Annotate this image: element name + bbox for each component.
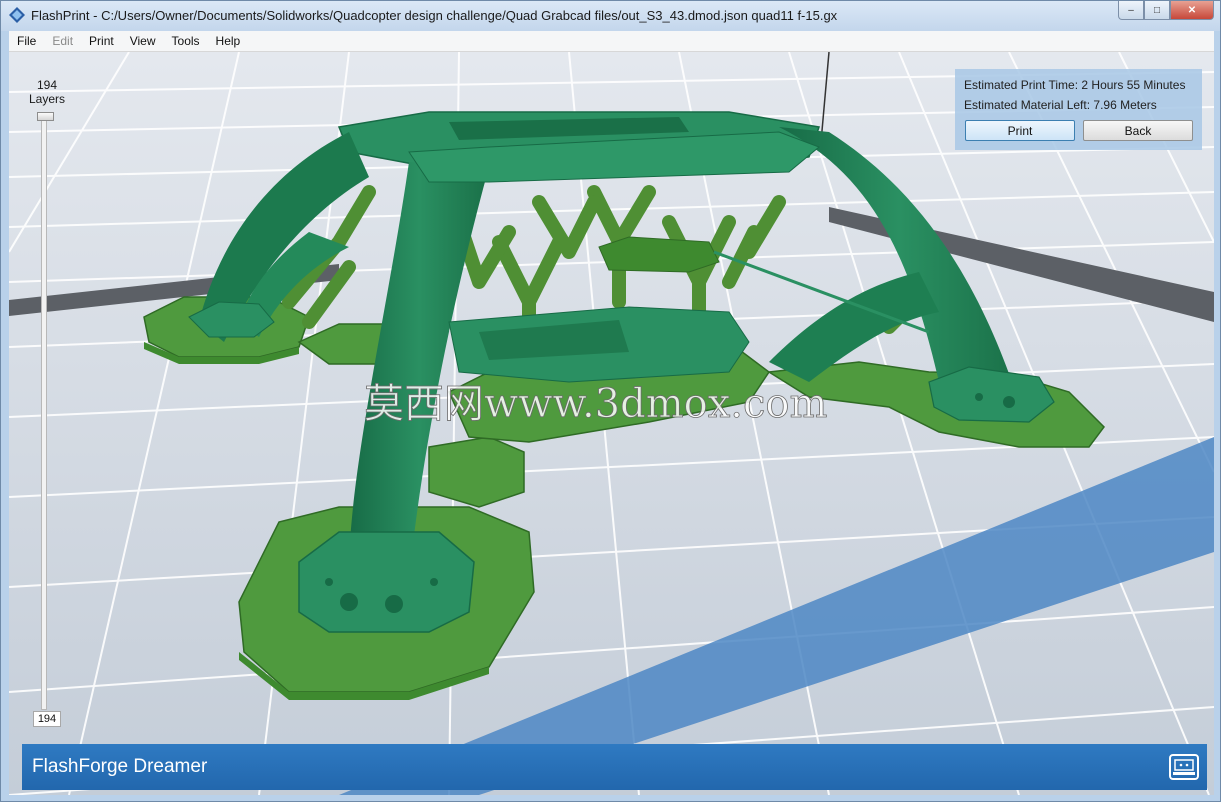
menu-print[interactable]: Print — [81, 34, 122, 48]
title-bar[interactable]: FlashPrint - C:/Users/Owner/Documents/So… — [1, 1, 1220, 31]
build-scene[interactable]: 莫西网www.3dmox.com — [9, 52, 1214, 795]
back-button[interactable]: Back — [1083, 120, 1193, 141]
watermark-text: 莫西网www.3dmox.com — [364, 381, 827, 427]
printer-name: FlashForge Dreamer — [32, 756, 208, 777]
menu-bar: File Edit Print View Tools Help — [9, 31, 1214, 52]
menu-view[interactable]: View — [122, 34, 164, 48]
layer-count: 194 — [36, 78, 58, 92]
close-button[interactable]: ✕ — [1170, 1, 1214, 20]
print-time-label: Estimated Print Time: — [964, 78, 1079, 92]
print-button[interactable]: Print — [965, 120, 1075, 141]
window-title: FlashPrint - C:/Users/Owner/Documents/So… — [31, 8, 838, 23]
print-time-value: 2 Hours 55 Minutes — [1081, 78, 1186, 92]
printer-status-bar: FlashForge Dreamer — [22, 744, 1207, 790]
3d-viewport[interactable]: 莫西网www.3dmox.com 194 Layers 194 Estimate… — [9, 52, 1214, 795]
printer-icon[interactable] — [1169, 754, 1199, 780]
menu-file[interactable]: File — [9, 34, 44, 48]
app-window: FlashPrint - C:/Users/Owner/Documents/So… — [0, 0, 1221, 802]
print-info-panel: Estimated Print Time: 2 Hours 55 Minutes… — [955, 69, 1202, 150]
material-line: Estimated Material Left: 7.96 Meters — [964, 97, 1202, 117]
layer-slider-thumb[interactable] — [37, 112, 54, 121]
menu-edit[interactable]: Edit — [44, 34, 81, 48]
minimize-button[interactable]: – — [1118, 1, 1144, 20]
material-value: 7.96 Meters — [1093, 98, 1157, 112]
material-label: Estimated Material Left: — [964, 98, 1091, 112]
print-time-line: Estimated Print Time: 2 Hours 55 Minutes — [964, 77, 1202, 97]
layer-count-label: 194 Layers — [23, 78, 71, 106]
layer-unit: Layers — [28, 92, 66, 106]
menu-help[interactable]: Help — [208, 34, 249, 48]
layer-slider-track[interactable] — [41, 114, 47, 710]
menu-tools[interactable]: Tools — [164, 34, 208, 48]
maximize-button[interactable]: □ — [1144, 1, 1170, 20]
flashprint-icon — [9, 7, 25, 23]
layer-value-field[interactable]: 194 — [33, 711, 61, 727]
